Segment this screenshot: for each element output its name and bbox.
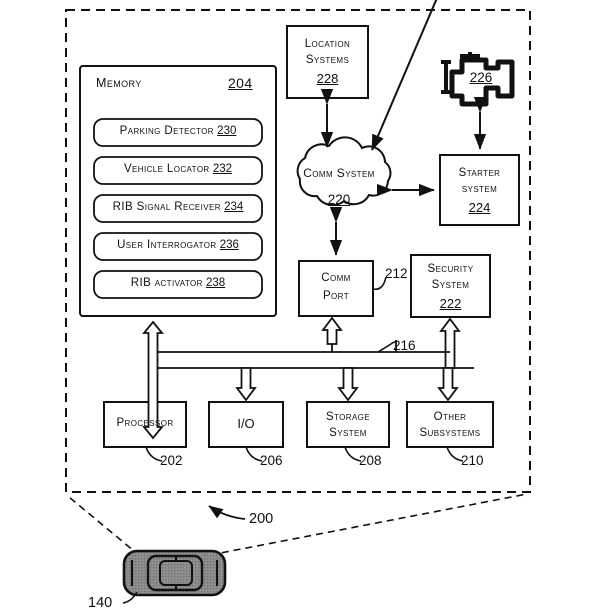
io-box — [208, 401, 284, 448]
security-system-box — [410, 254, 491, 318]
car-leader-left — [68, 496, 141, 557]
bus-arrow-storage — [337, 367, 359, 402]
leader-208 — [344, 446, 362, 462]
module-box-232 — [93, 156, 263, 185]
module-box-238 — [93, 270, 263, 299]
bus-arrow-other — [437, 367, 459, 402]
figure-vector-layer — [65, 0, 531, 604]
module-box-236 — [93, 232, 263, 261]
starter-system-box — [439, 154, 520, 226]
processor-box — [103, 401, 187, 448]
comm-port-box — [298, 260, 374, 317]
leader-212 — [372, 276, 387, 291]
leader-206 — [245, 446, 263, 462]
patent-figure: Memory 204 Parking Detector 230 Vehicle … — [0, 0, 605, 615]
module-box-234 — [93, 194, 263, 223]
bus-arrow-comm-port — [321, 316, 343, 345]
leader-202 — [145, 446, 163, 462]
car-leader-right — [209, 493, 528, 556]
engine-icon-shape — [441, 52, 515, 107]
vehicle-illustration — [122, 549, 227, 597]
bus-arrow-io — [235, 367, 257, 402]
location-systems-box — [286, 25, 369, 99]
leader-216 — [377, 341, 395, 353]
leader-210 — [446, 446, 464, 462]
bus-arrow-security — [439, 317, 461, 369]
leader-200 — [208, 505, 246, 520]
module-box-230 — [93, 118, 263, 147]
comm-system-cloud — [296, 136, 392, 206]
other-subsystems-box — [406, 401, 494, 448]
arrow-external-comm — [371, 0, 438, 151]
storage-system-box — [306, 401, 390, 448]
